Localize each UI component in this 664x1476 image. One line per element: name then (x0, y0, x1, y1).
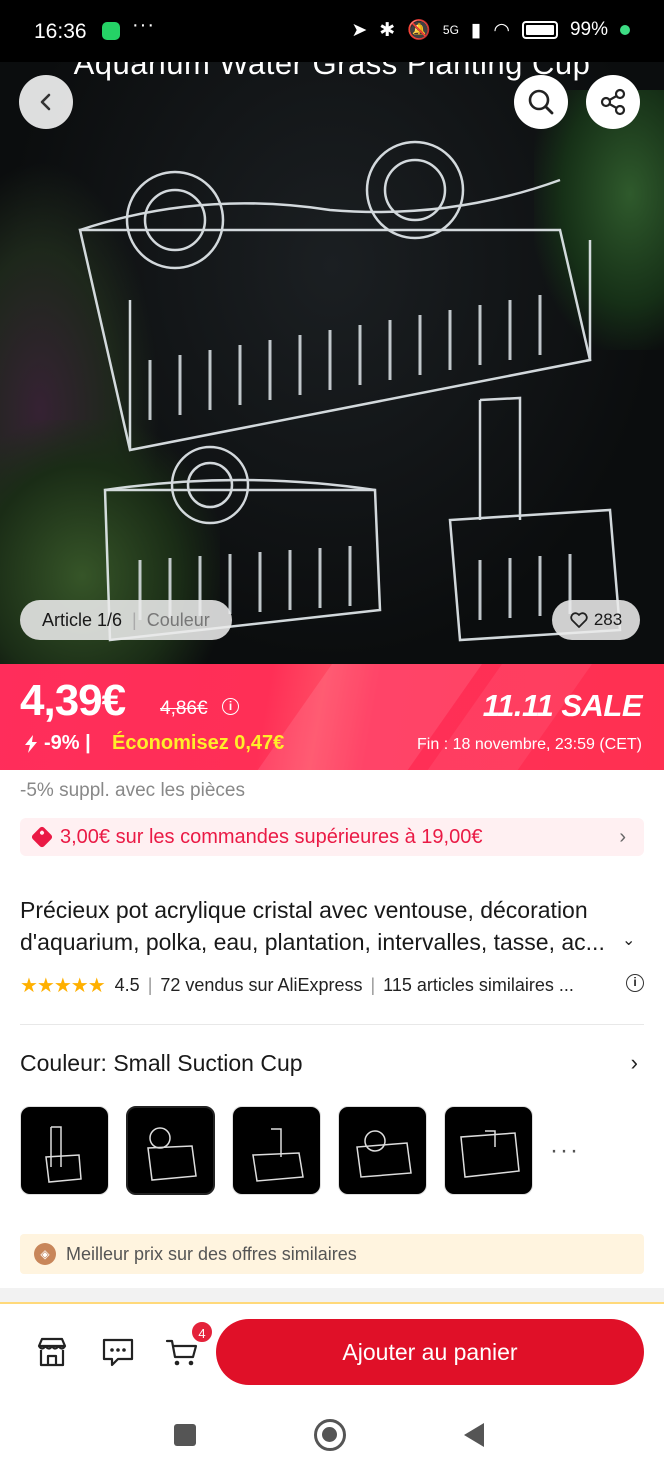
bluetooth-icon: ✱ (379, 19, 396, 41)
wifi-icon: ◠ (493, 19, 510, 41)
more-variants-icon[interactable]: ··· (550, 1137, 580, 1165)
add-to-cart-button[interactable]: Ajouter au panier (216, 1319, 644, 1385)
more-notifications-icon: ··· (132, 14, 155, 36)
sale-end-date: Fin : 18 novembre, 23:59 (CET) (417, 736, 642, 753)
share-button[interactable] (586, 75, 640, 129)
rating-value: 4.5 (114, 974, 140, 995)
chat-button[interactable] (100, 1334, 136, 1370)
coins-discount-note: -5% suppl. avec les pièces (20, 780, 245, 801)
info-icon[interactable]: i (626, 974, 644, 992)
best-price-banner[interactable]: ◈ Meilleur prix sur des offres similaire… (20, 1234, 644, 1274)
battery-level: 99% (569, 19, 608, 40)
store-icon (37, 1337, 67, 1367)
wishlist-button[interactable]: 283 (552, 600, 640, 640)
network-type: 5G (442, 23, 459, 37)
section-divider (0, 1288, 664, 1302)
heart-icon (570, 612, 588, 628)
separator: | (147, 974, 153, 995)
cart-count-badge: 4 (190, 1320, 214, 1344)
search-icon (528, 89, 554, 115)
whatsapp-icon (102, 22, 120, 40)
coupon-banner[interactable]: 3,00€ sur les commandes supérieures à 19… (20, 818, 644, 856)
chevron-right-icon[interactable]: › (631, 1050, 638, 1076)
bottom-action-bar: 4 Ajouter au panier (0, 1302, 664, 1398)
system-back-button[interactable] (464, 1423, 484, 1447)
product-title[interactable]: Précieux pot acrylique cristal avec vent… (20, 894, 644, 958)
location-icon: ➤ (351, 19, 368, 41)
original-price: 4,86€ (160, 698, 208, 719)
chat-icon (102, 1338, 134, 1367)
thumbnail-image (252, 1128, 304, 1182)
variant-thumbnail[interactable] (232, 1106, 321, 1195)
store-button[interactable] (34, 1334, 70, 1370)
variant-thumbnail[interactable] (20, 1106, 109, 1195)
savings-amount: Économisez 0,47€ (112, 732, 285, 754)
sale-label: 11.11 SALE (482, 688, 643, 723)
rating-row[interactable]: ★★★★★ 4.5 | 72 vendus sur AliExpress | 1… (20, 972, 644, 998)
signal-icon: ▮ (470, 19, 482, 41)
article-counter: Article 1/6 (42, 609, 123, 630)
variant-thumbnail-selected[interactable] (126, 1106, 215, 1195)
status-bar: 16:36 ··· ➤ ✱ 🔕 5G ▮ ◠ 99% (0, 0, 664, 62)
price-banner: 4,39€ 4,86€ i -9% | Économisez 0,47€ 11.… (0, 664, 664, 770)
variant-thumbnail[interactable] (338, 1106, 427, 1195)
best-price-text: Meilleur prix sur des offres similaires (66, 1243, 357, 1264)
separator: | (370, 974, 376, 995)
like-count: 283 (593, 610, 623, 629)
share-icon (600, 88, 626, 116)
discount-percent: -9% | (44, 732, 91, 754)
search-button[interactable] (514, 75, 568, 129)
android-navigation-bar (0, 1398, 664, 1476)
expand-title-chevron-icon[interactable]: ⌄ (622, 930, 635, 950)
similar-items: 115 articles similaires ... (383, 974, 574, 995)
privacy-indicator-icon (620, 25, 630, 35)
thumbnail-image (356, 1130, 412, 1178)
product-image-gallery[interactable]: Aquarium Water Grass Planting Cup Articl… (0, 0, 664, 664)
price-tag-icon: ◈ (34, 1243, 56, 1265)
discount-badge: -9% | (22, 732, 91, 755)
variant-thumbnails: ··· (20, 1106, 580, 1195)
thumbnail-image (460, 1130, 520, 1178)
battery-icon (521, 21, 558, 39)
back-button[interactable] (19, 75, 73, 129)
variant-thumbnail[interactable] (444, 1106, 533, 1195)
recent-apps-button[interactable] (174, 1424, 196, 1446)
chevron-right-icon: › (619, 825, 626, 848)
home-button[interactable] (314, 1419, 346, 1451)
lightning-icon (25, 734, 37, 753)
pill-separator: | (132, 609, 137, 630)
clock: 16:36 (34, 20, 87, 43)
variant-label[interactable]: Couleur: Small Suction Cup (20, 1050, 303, 1077)
image-counter-pill[interactable]: Article 1/6 | Couleur (20, 600, 232, 640)
info-icon[interactable]: i (222, 698, 239, 715)
mute-icon: 🔕 (407, 20, 431, 41)
coupon-text: 3,00€ sur les commandes supérieures à 19… (60, 825, 483, 848)
thumbnail-image (45, 1126, 82, 1183)
star-rating-icon: ★★★★★ (20, 974, 106, 997)
current-price: 4,39€ (20, 676, 126, 725)
thumbnail-image (147, 1127, 197, 1181)
coupon-tag-icon (30, 825, 54, 849)
divider (20, 1024, 644, 1025)
chevron-left-icon (40, 93, 51, 111)
variant-tab[interactable]: Couleur (147, 610, 210, 631)
sold-count: 72 vendus sur AliExpress (160, 974, 363, 995)
